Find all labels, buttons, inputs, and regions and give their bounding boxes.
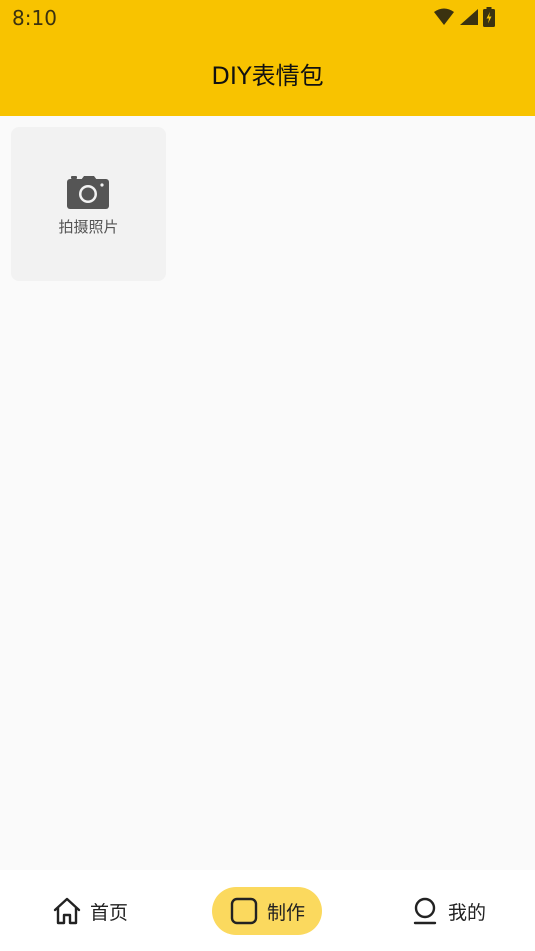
header: 8:10 DIY表情包: [0, 0, 535, 116]
signal-icon: [460, 9, 478, 25]
status-time: 8:10: [12, 6, 57, 30]
page-title: DIY表情包: [211, 62, 324, 90]
bottom-navigation: 首页 制作 我的: [0, 870, 535, 951]
take-photo-label: 拍摄照片: [58, 218, 119, 236]
square-icon: [230, 897, 258, 925]
person-icon: [413, 897, 437, 925]
status-icons: [433, 7, 495, 27]
home-icon: [53, 897, 81, 925]
nav-label-mine: 我的: [448, 901, 487, 924]
take-photo-button[interactable]: 拍摄照片: [11, 127, 166, 281]
nav-item-make[interactable]: 制作: [212, 887, 322, 935]
camera-icon: [67, 176, 109, 209]
battery-charging-icon: [483, 7, 495, 27]
screen: 8:10 DIY表情包 拍摄照片 首页 制作 我的: [0, 0, 535, 951]
nav-item-mine[interactable]: 我的: [410, 887, 486, 935]
nav-label-home: 首页: [90, 901, 129, 924]
wifi-icon: [434, 8, 454, 25]
nav-item-home[interactable]: 首页: [52, 887, 128, 935]
nav-label-make: 制作: [266, 901, 305, 924]
